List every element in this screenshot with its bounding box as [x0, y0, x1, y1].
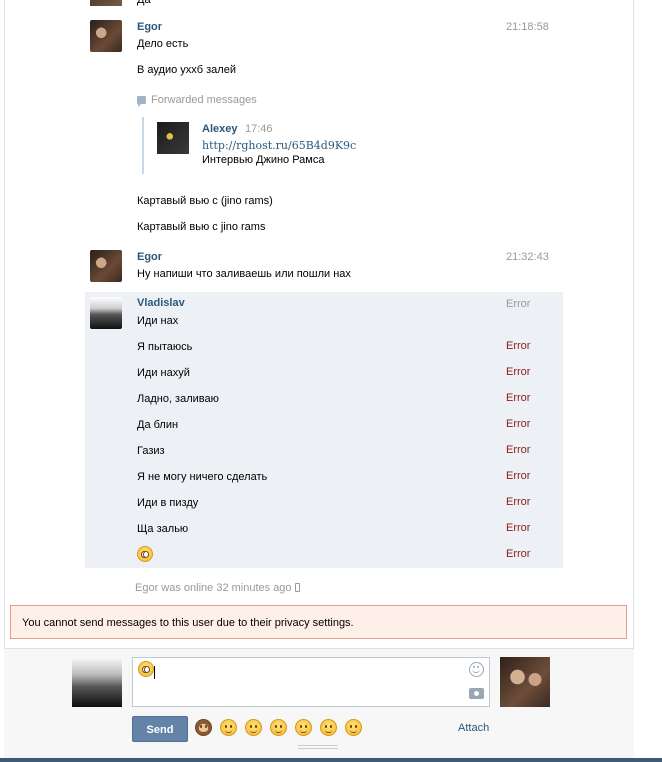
see-no-evil-monkey-icon[interactable]	[195, 719, 212, 736]
flushed-face-icon[interactable]	[220, 719, 238, 736]
message-time[interactable]: 21:18:58	[506, 21, 549, 33]
previous-message-fragment: Да	[137, 0, 151, 6]
message-emoji	[137, 546, 153, 565]
forwarded-time: 17:46	[245, 123, 273, 135]
emoji-quick-bar	[195, 719, 367, 736]
vladislav-avatar[interactable]	[90, 297, 122, 329]
previous-avatar[interactable]	[90, 0, 122, 6]
message-time[interactable]: 21:32:43	[506, 251, 549, 263]
camera-icon[interactable]	[469, 688, 484, 699]
online-status: Egor was online 32 minutes ago	[135, 582, 300, 594]
my-avatar[interactable]	[72, 657, 122, 707]
error-status[interactable]: Error	[506, 522, 530, 534]
bottom-bar	[0, 758, 662, 762]
message-text: Иди в пизду	[137, 497, 199, 509]
message-text: Иди нах	[137, 315, 179, 327]
forwarded-label: Forwarded messages	[151, 94, 257, 106]
message-text: Картавый вью с jino rams	[137, 221, 266, 233]
flushed-face-icon	[138, 661, 154, 677]
forwarded-author[interactable]: Alexey	[202, 123, 237, 135]
egor-avatar[interactable]	[90, 20, 122, 52]
winking-tongue-face-icon[interactable]	[320, 719, 338, 736]
error-status[interactable]: Error	[506, 392, 530, 404]
message-text: Газиз	[137, 445, 165, 457]
message-input[interactable]	[132, 657, 490, 707]
blush-face-icon[interactable]	[345, 719, 363, 736]
error-status[interactable]: Error	[506, 496, 530, 508]
relieved-face-icon[interactable]	[270, 719, 288, 736]
forwarded-quote-bar	[142, 117, 144, 174]
message-text: В аудио ухxб залей	[137, 64, 236, 76]
message-text: Дело есть	[137, 38, 189, 50]
message-author[interactable]: Egor	[137, 21, 162, 33]
error-status[interactable]: Error	[506, 418, 530, 430]
mobile-icon	[294, 583, 300, 592]
error-status[interactable]: Error	[506, 340, 530, 352]
forwarded-header: Forwarded messages	[137, 94, 257, 107]
alexey-avatar[interactable]	[157, 122, 189, 154]
peer-avatar[interactable]	[500, 657, 550, 707]
text-caret	[154, 666, 155, 679]
grimacing-face-icon[interactable]	[295, 719, 313, 736]
forward-icon	[137, 96, 146, 107]
resize-grip[interactable]	[298, 745, 338, 749]
error-status[interactable]: Error	[506, 470, 530, 482]
egor-avatar[interactable]	[90, 250, 122, 282]
message-author[interactable]: Vladislav	[137, 297, 185, 309]
message-author[interactable]: Egor	[137, 251, 162, 263]
message-text: Картавый вью с (jino rams)	[137, 195, 273, 207]
message-text: Да блин	[137, 419, 179, 431]
error-status[interactable]: Error	[506, 366, 530, 378]
privacy-notice: You cannot send messages to this user du…	[10, 605, 627, 639]
flushed-face-icon	[137, 546, 153, 562]
online-status-text: Egor was online 32 minutes ago	[135, 582, 292, 594]
message-text: Ну напиши что заливаешь или пошли нах	[137, 268, 351, 280]
forwarded-text: Интервью Джино Рамса	[202, 154, 325, 166]
error-status[interactable]: Error	[506, 444, 530, 456]
forwarded-link[interactable]: http://rghost.ru/65B4d9K9c	[202, 139, 356, 152]
sweat-smile-icon[interactable]	[245, 719, 263, 736]
attach-link[interactable]: Attach	[458, 722, 489, 734]
message-text: Я пытаюсь	[137, 341, 193, 353]
error-status[interactable]: Error	[506, 548, 530, 560]
emoji-picker-icon[interactable]	[469, 662, 484, 677]
message-text: Ладно, заливаю	[137, 393, 219, 405]
message-text: Иди нахуй	[137, 367, 190, 379]
message-text: Я не могу ничего сделать	[137, 471, 268, 483]
message-status: Error	[506, 298, 531, 310]
message-text: Ща залью	[137, 523, 189, 535]
send-button[interactable]: Send	[132, 716, 188, 742]
